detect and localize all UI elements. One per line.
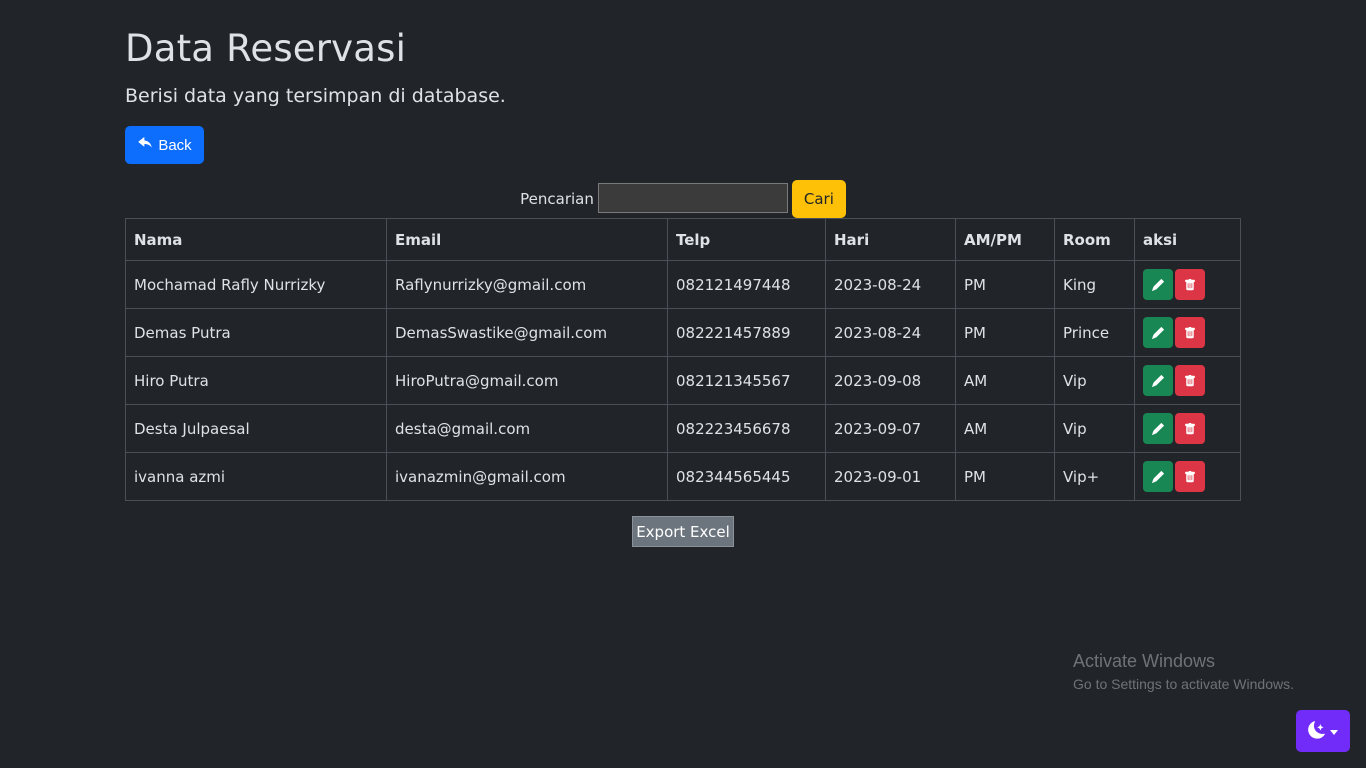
reply-arrow-icon	[137, 136, 153, 154]
trash-icon	[1184, 278, 1196, 291]
edit-button[interactable]	[1143, 461, 1173, 492]
edit-button[interactable]	[1143, 365, 1173, 396]
cell-ampm: PM	[955, 452, 1055, 501]
cell-nama: Demas Putra	[125, 308, 387, 357]
edit-button[interactable]	[1143, 413, 1173, 444]
cell-nama: Mochamad Rafly Nurrizky	[125, 260, 387, 309]
page-title: Data Reservasi	[125, 27, 407, 70]
cell-hari: 2023-08-24	[825, 308, 956, 357]
cell-ampm: AM	[955, 356, 1055, 405]
cell-email: ivanazmin@gmail.com	[386, 452, 668, 501]
pencil-icon	[1152, 278, 1164, 291]
windows-activation-title: Activate Windows	[1073, 651, 1216, 671]
column-header-nama: Nama	[125, 218, 387, 261]
cell-hari: 2023-09-07	[825, 404, 956, 453]
table-row: Mochamad Rafly Nurrizky Raflynurrizky@gma…	[125, 260, 1241, 309]
cell-room: Vip	[1054, 404, 1135, 453]
cell-aksi	[1134, 308, 1241, 357]
column-header-hari: Hari	[825, 218, 956, 261]
search-input[interactable]	[597, 183, 788, 213]
column-header-email: Email	[386, 218, 668, 261]
cell-telp: 082121345567	[667, 356, 826, 405]
cell-hari: 2023-09-01	[825, 452, 956, 501]
table-row: Hiro Putra HiroPutra@gmail.com 08212134556…	[125, 356, 1241, 405]
cell-ampm: AM	[955, 404, 1055, 453]
cell-telp: 082223456678	[667, 404, 826, 453]
delete-button[interactable]	[1175, 413, 1205, 444]
cell-telp: 082121497448	[667, 260, 826, 309]
pencil-icon	[1152, 470, 1164, 483]
page-subtitle: Berisi data yang tersimpan di database.	[125, 85, 506, 107]
back-button-label: Back	[158, 136, 192, 154]
cell-nama: Hiro Putra	[125, 356, 387, 405]
cell-email: Raflynurrizky@gmail.com	[386, 260, 668, 309]
reservation-table: Nama Email Telp Hari AM/PM Room aksi Moc…	[125, 218, 1241, 501]
edit-button[interactable]	[1143, 269, 1173, 300]
cell-email: desta@gmail.com	[386, 404, 668, 453]
cell-telp: 082344565445	[667, 452, 826, 501]
delete-button[interactable]	[1175, 317, 1205, 348]
delete-button[interactable]	[1175, 365, 1205, 396]
cell-room: Prince	[1054, 308, 1135, 357]
back-button[interactable]: Back	[125, 126, 204, 164]
delete-button[interactable]	[1175, 461, 1205, 492]
trash-icon	[1184, 470, 1196, 483]
trash-icon	[1184, 326, 1196, 339]
caret-down-icon	[1330, 724, 1338, 739]
search-button[interactable]: Cari	[791, 180, 846, 218]
column-header-telp: Telp	[667, 218, 826, 261]
cell-aksi	[1134, 452, 1241, 501]
windows-activation-subtitle: Go to Settings to activate Windows.	[1073, 676, 1294, 692]
cell-telp: 082221457889	[667, 308, 826, 357]
column-header-room: Room	[1054, 218, 1135, 261]
cell-nama: Desta Julpaesal	[125, 404, 387, 453]
cell-room: King	[1054, 260, 1135, 309]
table-header-row: Nama Email Telp Hari AM/PM Room aksi	[125, 218, 1241, 261]
pencil-icon	[1152, 422, 1164, 435]
cell-room: Vip	[1054, 356, 1135, 405]
cell-aksi	[1134, 260, 1241, 309]
table-row: ivanna azmi ivanazmin@gmail.com 0823445654…	[125, 452, 1241, 501]
pencil-icon	[1152, 326, 1164, 339]
column-header-aksi: aksi	[1134, 218, 1241, 261]
cell-hari: 2023-08-24	[825, 260, 956, 309]
column-header-ampm: AM/PM	[955, 218, 1055, 261]
trash-icon	[1184, 374, 1196, 387]
cell-ampm: PM	[955, 308, 1055, 357]
table-row: Demas Putra DemasSwastike@gmail.com 082221…	[125, 308, 1241, 357]
table-row: Desta Julpaesal desta@gmail.com 0822234566…	[125, 404, 1241, 453]
cell-ampm: PM	[955, 260, 1055, 309]
cell-hari: 2023-09-08	[825, 356, 956, 405]
moon-stars-icon	[1308, 720, 1326, 742]
cell-nama: ivanna azmi	[125, 452, 387, 501]
delete-button[interactable]	[1175, 269, 1205, 300]
trash-icon	[1184, 422, 1196, 435]
pencil-icon	[1152, 374, 1164, 387]
cell-email: HiroPutra@gmail.com	[386, 356, 668, 405]
search-label: Pencarian	[520, 190, 594, 208]
edit-button[interactable]	[1143, 317, 1173, 348]
cell-email: DemasSwastike@gmail.com	[386, 308, 668, 357]
cell-room: Vip+	[1054, 452, 1135, 501]
cell-aksi	[1134, 404, 1241, 453]
cell-aksi	[1134, 356, 1241, 405]
export-excel-button[interactable]: Export Excel	[632, 516, 734, 547]
theme-toggle-button[interactable]	[1296, 710, 1350, 752]
search-form: Pencarian Cari	[0, 180, 1366, 218]
